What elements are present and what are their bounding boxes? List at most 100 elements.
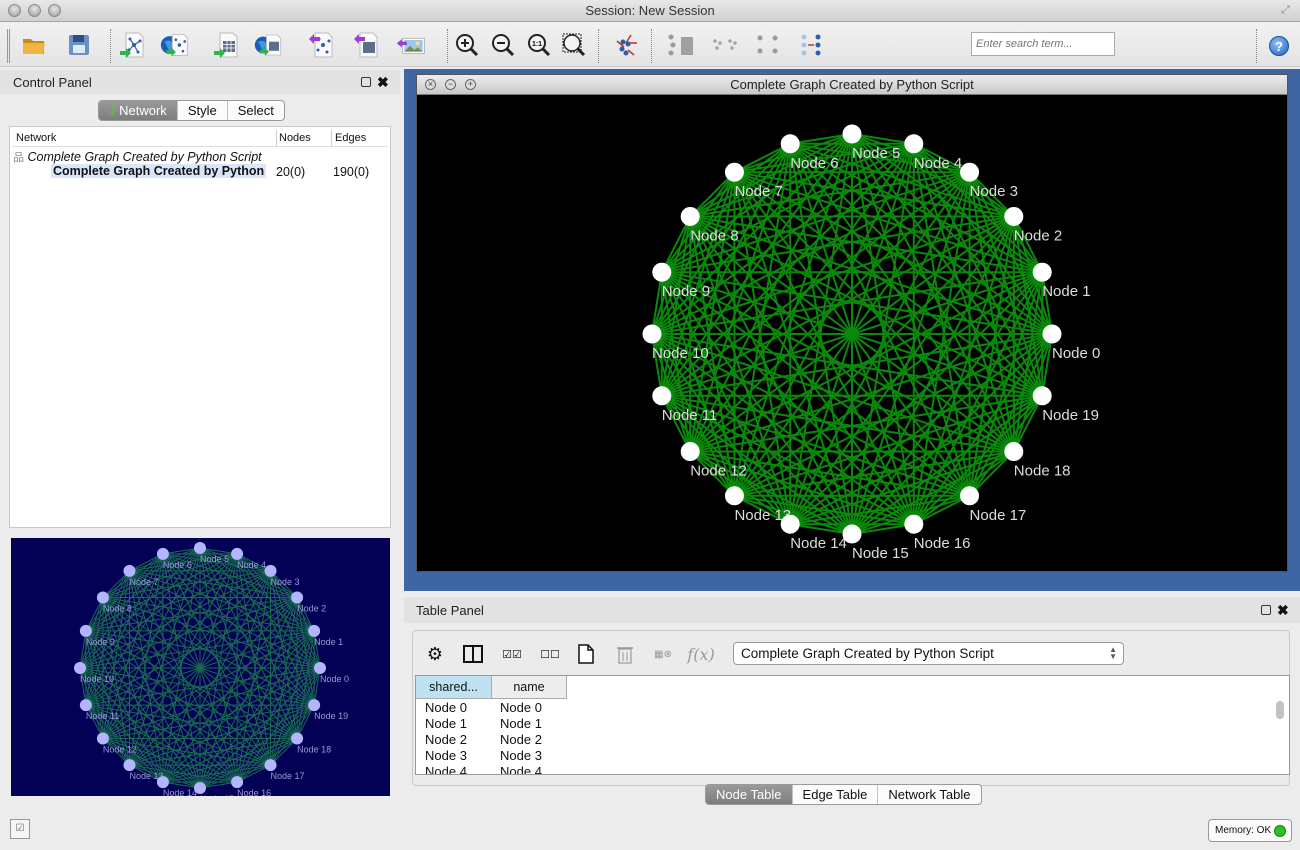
col-network[interactable]: Network — [16, 132, 56, 144]
help-button[interactable]: ? — [1269, 36, 1289, 56]
node[interactable] — [642, 324, 662, 344]
node[interactable] — [231, 776, 244, 789]
node[interactable] — [96, 591, 109, 604]
table-cell[interactable]: Node 4 — [425, 764, 467, 774]
export-table-button[interactable] — [352, 30, 382, 60]
network-select[interactable]: Complete Graph Created by Python Script … — [733, 642, 1124, 665]
table-scrollbar[interactable] — [1276, 701, 1284, 719]
table-cell[interactable]: Node 3 — [425, 748, 467, 763]
table-cell[interactable]: Node 2 — [425, 732, 467, 747]
node[interactable] — [308, 699, 321, 712]
node[interactable] — [264, 564, 277, 577]
node[interactable] — [123, 564, 136, 577]
import-table-web-button[interactable] — [254, 30, 284, 60]
zoom-fit-button[interactable]: 1:1 — [524, 30, 554, 60]
node[interactable] — [724, 486, 744, 506]
close-view-icon[interactable]: × — [425, 79, 436, 90]
table-cell[interactable]: Node 1 — [500, 716, 542, 731]
col-shared-name[interactable]: shared... — [416, 676, 492, 699]
node[interactable] — [79, 624, 92, 637]
col-nodes[interactable]: Nodes — [279, 132, 311, 144]
node[interactable] — [1004, 442, 1024, 462]
node[interactable] — [1032, 262, 1052, 282]
hide-selected-button[interactable] — [710, 30, 740, 60]
network-overview[interactable]: Node 0 Node 1 Node 2 Node 3 Node 4 Node 5 Node… — [11, 538, 390, 796]
table-cell[interactable]: Node 0 — [425, 700, 467, 715]
node[interactable] — [842, 524, 862, 544]
node[interactable] — [724, 162, 744, 182]
node[interactable] — [842, 124, 862, 144]
open-session-button[interactable] — [19, 30, 49, 60]
import-table-file-button[interactable] — [212, 30, 242, 60]
maximize-view-icon[interactable]: + — [465, 79, 476, 90]
zoom-selected-button[interactable] — [559, 30, 589, 60]
task-list-button[interactable]: ☑ — [10, 819, 30, 839]
minimize-window-button[interactable] — [28, 4, 41, 17]
table-cell[interactable]: Node 4 — [500, 764, 542, 774]
node[interactable] — [680, 206, 700, 226]
import-network-file-button[interactable] — [118, 30, 148, 60]
node[interactable] — [960, 162, 980, 182]
node[interactable] — [780, 134, 800, 154]
node[interactable] — [904, 514, 924, 534]
delete-column-button[interactable] — [615, 642, 635, 666]
import-network-web-button[interactable] — [160, 30, 190, 60]
node[interactable] — [291, 732, 304, 745]
new-column-button[interactable] — [577, 642, 595, 666]
node[interactable] — [156, 547, 169, 560]
node[interactable] — [960, 486, 980, 506]
node[interactable] — [231, 547, 244, 560]
node[interactable] — [156, 776, 169, 789]
select-all-button[interactable]: ☑☑ — [499, 642, 525, 666]
show-all-button[interactable] — [753, 30, 783, 60]
close-panel-icon[interactable]: ✖ — [377, 75, 389, 89]
node[interactable] — [79, 699, 92, 712]
node[interactable] — [1042, 324, 1062, 344]
node[interactable] — [314, 662, 326, 674]
export-network-button[interactable] — [307, 30, 337, 60]
col-edges[interactable]: Edges — [335, 132, 366, 144]
node[interactable] — [652, 386, 672, 406]
search-input[interactable] — [971, 32, 1115, 56]
node[interactable] — [680, 442, 700, 462]
delete-table-button[interactable]: ▦⊗ — [652, 642, 674, 666]
settings-button[interactable]: ⚙ — [425, 642, 445, 666]
float-panel-icon[interactable] — [361, 77, 371, 87]
float-panel-icon[interactable] — [1261, 605, 1271, 615]
table-cell[interactable]: Node 0 — [500, 700, 542, 715]
new-network-from-selection-button[interactable] — [665, 30, 695, 60]
apply-layout-button[interactable] — [611, 30, 641, 60]
table-cell[interactable]: Node 2 — [500, 732, 542, 747]
function-builder-button[interactable]: f(x) — [686, 642, 716, 666]
tab-network[interactable]: ⁑ Network — [99, 101, 178, 120]
close-panel-icon[interactable]: ✖ — [1277, 603, 1289, 617]
node[interactable] — [264, 759, 277, 772]
table-cell[interactable]: Node 3 — [500, 748, 542, 763]
deselect-all-button[interactable]: ☐☐ — [537, 642, 563, 666]
close-window-button[interactable] — [8, 4, 21, 17]
fullscreen-icon[interactable]: ⤢ — [1279, 4, 1292, 17]
memory-status-button[interactable]: Memory: OK — [1208, 819, 1292, 842]
zoom-window-button[interactable] — [48, 4, 61, 17]
tab-select[interactable]: Select — [228, 101, 284, 120]
node[interactable] — [1032, 386, 1052, 406]
zoom-in-button[interactable] — [452, 30, 482, 60]
node[interactable] — [96, 732, 109, 745]
node[interactable] — [291, 591, 304, 604]
network-collection-row[interactable]: 品 Complete Graph Created by Python Scrip… — [13, 149, 262, 165]
node[interactable] — [123, 759, 136, 772]
first-neighbors-button[interactable] — [797, 30, 827, 60]
tab-style[interactable]: Style — [178, 101, 228, 120]
node[interactable] — [1004, 206, 1024, 226]
node[interactable] — [780, 514, 800, 534]
node[interactable] — [904, 134, 924, 154]
save-session-button[interactable] — [64, 30, 94, 60]
network-canvas[interactable]: Node 0 Node 1 Node 2 Node 3 Node 4 Node 5 Node… — [417, 96, 1287, 572]
node[interactable] — [308, 624, 321, 637]
node[interactable] — [652, 262, 672, 282]
minimize-view-icon[interactable]: − — [445, 79, 456, 90]
node[interactable] — [74, 662, 86, 674]
tab-edge-table[interactable]: Edge Table — [793, 785, 879, 804]
tab-node-table[interactable]: Node Table — [706, 785, 793, 804]
network-row[interactable]: Complete Graph Created by Python — [51, 164, 267, 178]
